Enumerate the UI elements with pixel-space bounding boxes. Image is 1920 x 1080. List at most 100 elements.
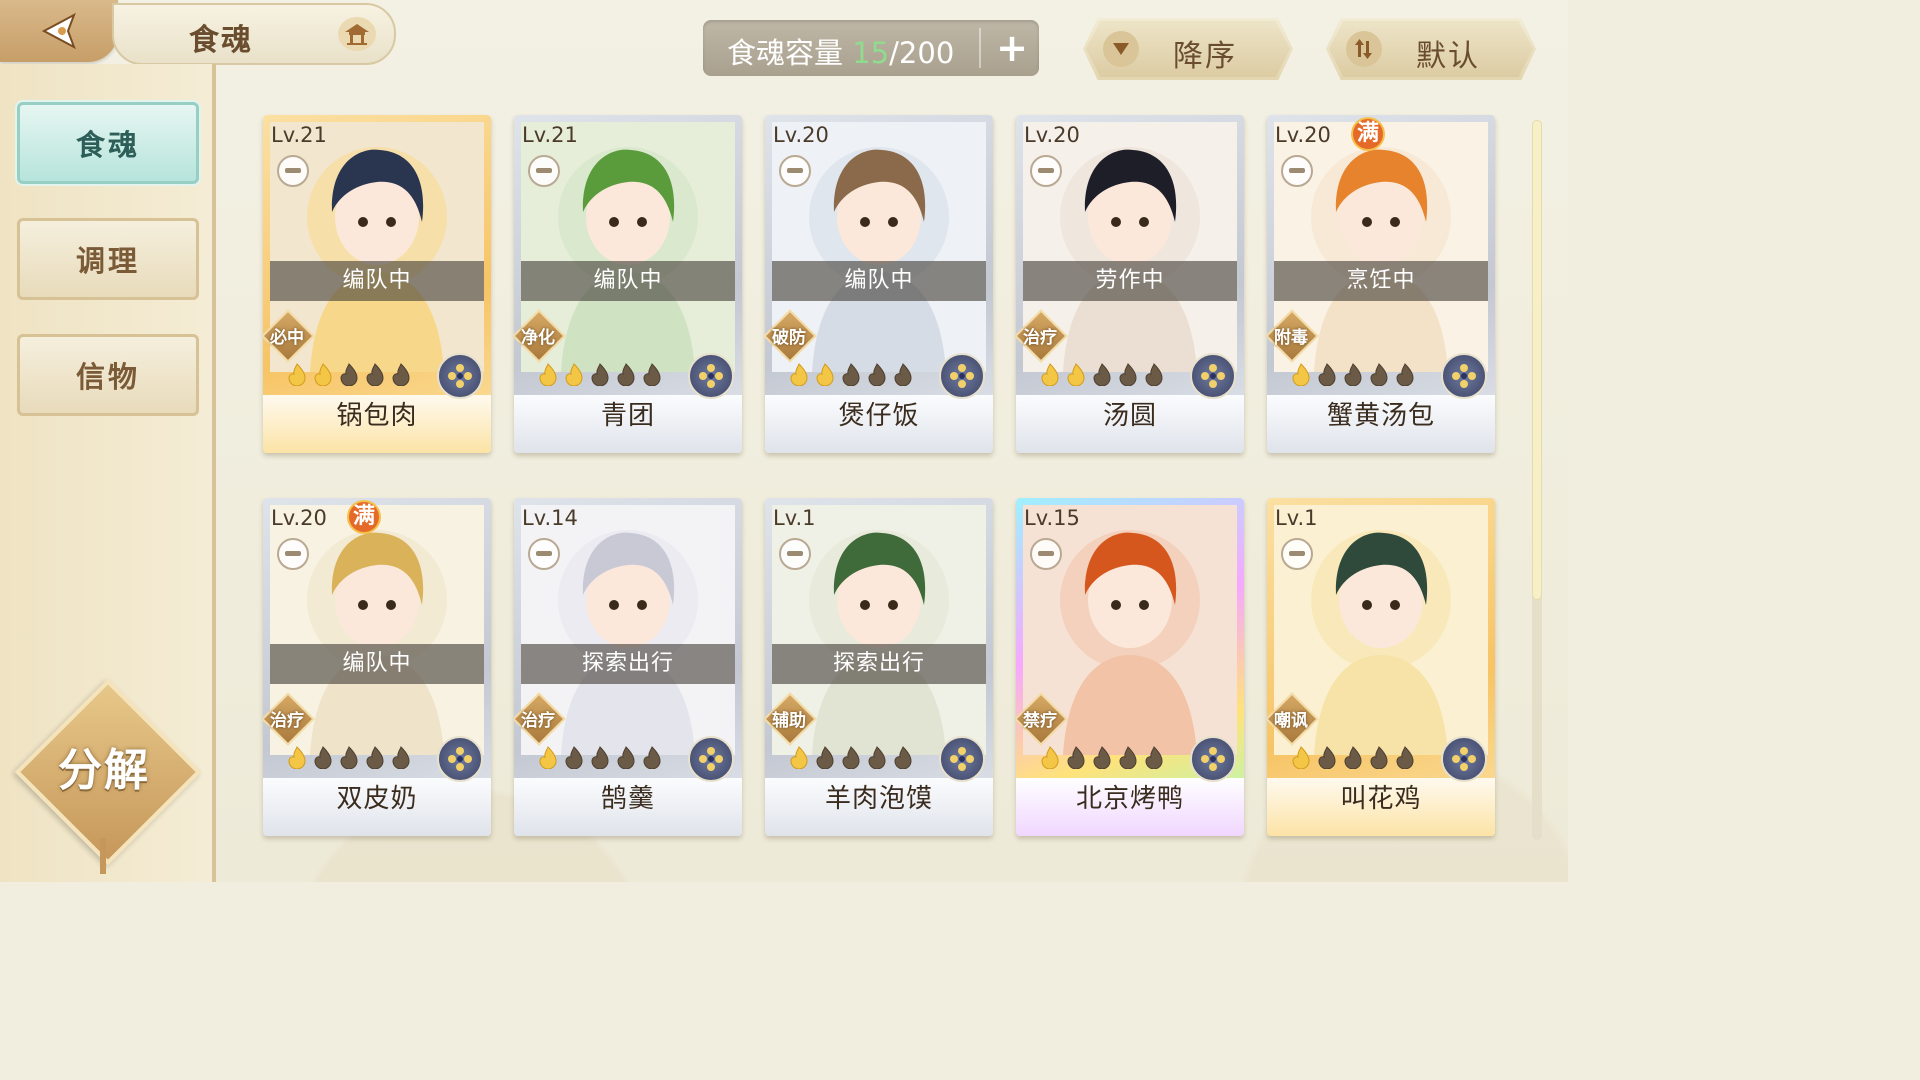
role-label: 必中 — [270, 328, 304, 348]
capacity-divider — [979, 28, 981, 68]
star-empty-icon — [865, 745, 889, 770]
page-title: 食魂 — [189, 23, 253, 58]
star-empty-icon — [1064, 745, 1088, 770]
food-soul-card[interactable]: Lv.1 探索出行 辅助 羊肉泡馍 — [765, 498, 993, 836]
element-emblem-icon — [1190, 736, 1236, 782]
food-soul-name: 锅包肉 — [336, 401, 418, 431]
role-label: 治疗 — [1023, 328, 1057, 348]
tab-food-souls[interactable]: 食魂 — [17, 102, 199, 184]
food-soul-card[interactable]: Lv.20 满 烹饪中 附毒 蟹黄汤包 — [1267, 115, 1495, 453]
star-filled-icon — [285, 745, 309, 770]
food-soul-card[interactable]: Lv.20 编队中 破防 煲仔饭 — [765, 115, 993, 453]
capacity-total: /200 — [889, 36, 955, 70]
star-rating — [787, 362, 915, 390]
food-soul-card[interactable]: Lv.20 劳作中 治疗 汤圆 — [1016, 115, 1244, 453]
star-filled-icon — [562, 362, 586, 387]
star-empty-icon — [1341, 362, 1365, 387]
food-soul-card[interactable]: Lv.14 探索出行 治疗 鹄羹 — [514, 498, 742, 836]
lock-toggle-icon[interactable] — [1030, 155, 1062, 187]
element-emblem-icon — [688, 353, 734, 399]
food-soul-name: 青团 — [600, 401, 655, 431]
role-badge: 破防 — [765, 309, 817, 363]
tab-tokens[interactable]: 信物 — [17, 334, 199, 416]
star-empty-icon — [813, 745, 837, 770]
star-empty-icon — [1090, 745, 1114, 770]
food-soul-card[interactable]: Lv.21 编队中 必中 锅包肉 — [263, 115, 491, 453]
star-empty-icon — [1142, 362, 1166, 387]
star-rating — [536, 745, 664, 773]
element-emblem-icon — [1441, 736, 1487, 782]
tab-cultivate[interactable]: 调理 — [17, 218, 199, 300]
role-badge: 嘲讽 — [1267, 692, 1319, 746]
star-filled-icon — [536, 745, 560, 770]
scrollbar-thumb[interactable] — [1532, 120, 1542, 600]
lock-toggle-icon[interactable] — [528, 538, 560, 570]
lock-toggle-icon[interactable] — [528, 155, 560, 187]
lock-toggle-icon[interactable] — [1030, 538, 1062, 570]
element-emblem-icon — [939, 353, 985, 399]
lock-toggle-icon[interactable] — [779, 538, 811, 570]
sort-toggle-icon — [1346, 31, 1382, 67]
food-soul-card[interactable]: Lv.21 编队中 净化 青团 — [514, 115, 742, 453]
star-empty-icon — [1341, 745, 1365, 770]
element-emblem-icon — [437, 736, 483, 782]
star-filled-icon — [787, 362, 811, 387]
star-filled-icon — [1064, 362, 1088, 387]
status-banner: 编队中 — [270, 644, 484, 684]
role-label: 禁疗 — [1023, 711, 1057, 731]
status-banner: 编队中 — [772, 261, 986, 301]
status-banner: 编队中 — [521, 261, 735, 301]
star-empty-icon — [865, 362, 889, 387]
star-filled-icon — [1038, 745, 1062, 770]
role-badge: 附毒 — [1267, 309, 1319, 363]
lock-toggle-icon[interactable] — [1281, 155, 1313, 187]
capacity-text: 食魂容量 15/200 — [727, 30, 954, 72]
role-badge: 净化 — [514, 309, 566, 363]
back-button[interactable] — [0, 0, 118, 62]
level-label: Lv.20 — [1024, 123, 1080, 147]
star-empty-icon — [891, 362, 915, 387]
role-label: 辅助 — [772, 711, 806, 731]
top-bar: 食魂 — [0, 0, 400, 65]
lock-toggle-icon[interactable] — [1281, 538, 1313, 570]
star-rating — [787, 745, 915, 773]
star-empty-icon — [1116, 745, 1140, 770]
add-capacity-button[interactable]: + — [990, 26, 1034, 70]
role-label: 嘲讽 — [1274, 711, 1308, 731]
star-rating — [285, 362, 413, 390]
lock-toggle-icon[interactable] — [779, 155, 811, 187]
role-badge: 禁疗 — [1016, 692, 1068, 746]
level-label: Lv.15 — [1024, 506, 1080, 530]
lock-toggle-icon[interactable] — [277, 155, 309, 187]
sort-mode-button[interactable]: 默认 — [1326, 18, 1536, 80]
level-label: Lv.21 — [522, 123, 578, 147]
food-soul-card[interactable]: Lv.15 禁疗 北京烤鸭 — [1016, 498, 1244, 836]
star-empty-icon — [1367, 362, 1391, 387]
star-empty-icon — [1367, 745, 1391, 770]
sort-order-button[interactable]: 降序 — [1083, 18, 1293, 80]
back-arrow-icon — [41, 12, 76, 50]
lock-toggle-icon[interactable] — [277, 538, 309, 570]
food-soul-card[interactable]: Lv.1 嘲讽 叫花鸡 — [1267, 498, 1495, 836]
capacity-label: 食魂容量 — [727, 36, 844, 70]
star-rating — [1038, 362, 1166, 390]
level-label: Lv.20 — [1275, 123, 1331, 147]
decompose-label[interactable]: 分解 — [40, 734, 168, 798]
status-banner: 烹饪中 — [1274, 261, 1488, 301]
max-level-badge: 满 — [1353, 119, 1383, 149]
food-soul-name: 蟹黄汤包 — [1326, 401, 1435, 431]
star-empty-icon — [363, 362, 387, 387]
pavilion-icon[interactable] — [338, 17, 376, 51]
role-badge: 必中 — [263, 309, 315, 363]
food-soul-name: 煲仔饭 — [838, 401, 920, 431]
food-soul-name: 鹄羹 — [600, 784, 655, 814]
decompose-tassel — [100, 838, 106, 874]
star-rating — [1038, 745, 1166, 773]
star-empty-icon — [614, 745, 638, 770]
star-empty-icon — [839, 362, 863, 387]
role-label: 净化 — [521, 328, 555, 348]
star-empty-icon — [891, 745, 915, 770]
star-filled-icon — [536, 362, 560, 387]
food-soul-card[interactable]: Lv.20 满 编队中 治疗 双皮奶 — [263, 498, 491, 836]
level-label: Lv.1 — [1275, 506, 1318, 530]
